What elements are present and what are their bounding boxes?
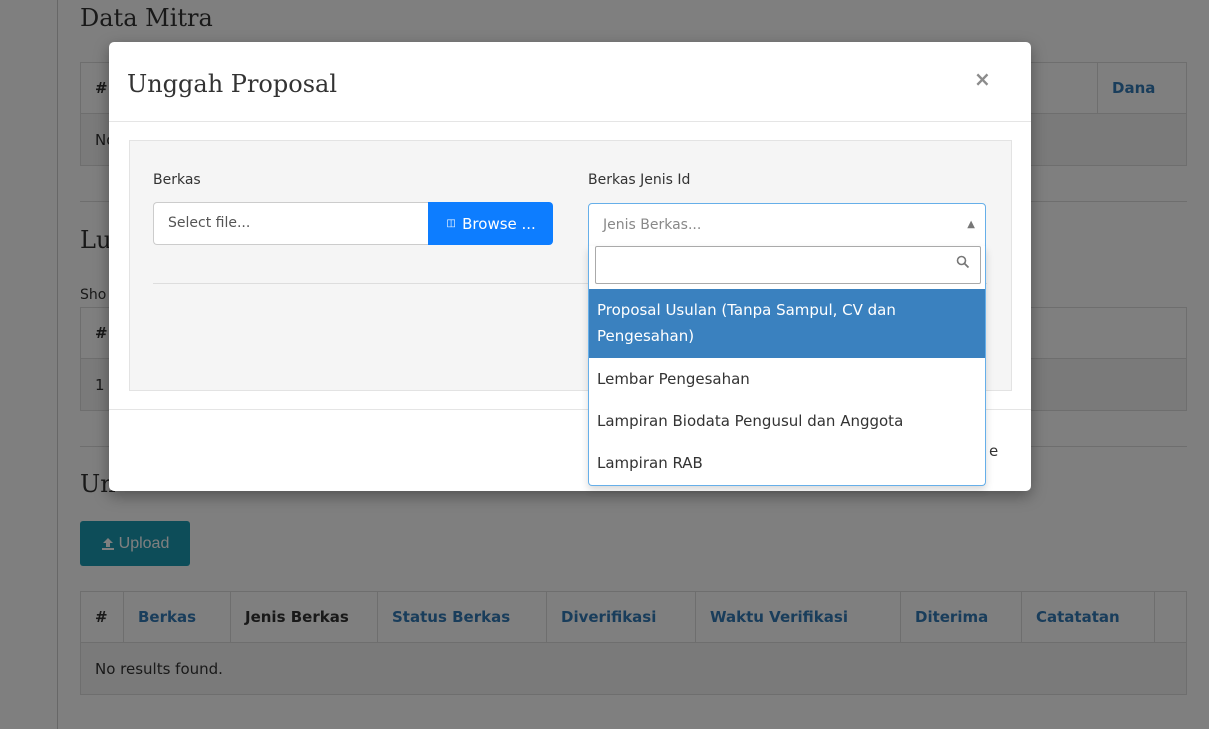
folder-open-icon: ◫ (446, 217, 455, 229)
dropdown-option[interactable]: Proposal Usulan (Tanpa Sampul, CV dan Pe… (589, 289, 985, 358)
search-icon (956, 255, 970, 269)
modal-title: Unggah Proposal (127, 70, 337, 98)
dropdown-option[interactable]: Lampiran RAB (589, 450, 985, 476)
close-icon[interactable]: × (968, 66, 997, 92)
jenis-berkas-dropdown: Proposal Usulan (Tanpa Sampul, CV dan Pe… (588, 246, 986, 486)
jenis-berkas-label: Berkas Jenis Id (588, 172, 691, 188)
file-input[interactable]: Select file... (153, 202, 429, 245)
modal-header: Unggah Proposal × (109, 42, 1031, 122)
caret-up-icon: ▲ (967, 219, 975, 230)
dropdown-search-input[interactable] (595, 246, 981, 284)
dropdown-option[interactable]: Lampiran Biodata Pengusul dan Anggota (589, 408, 985, 434)
berkas-label: Berkas (153, 172, 201, 188)
select-placeholder: Jenis Berkas... (603, 217, 702, 233)
dropdown-option[interactable]: Lembar Pengesahan (589, 366, 985, 392)
browse-button-label: Browse ... (462, 214, 536, 233)
jenis-berkas-select[interactable]: Jenis Berkas... ▲ (588, 203, 986, 247)
browse-button[interactable]: ◫ Browse ... (428, 202, 553, 245)
footer-button-fragment[interactable]: e (989, 442, 998, 460)
